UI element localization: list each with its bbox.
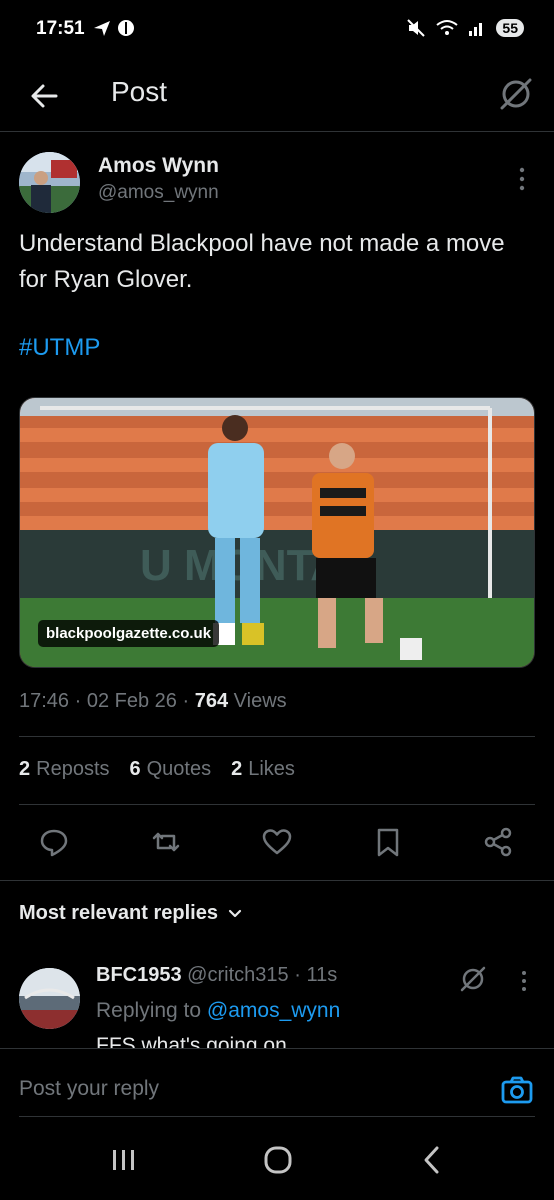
post-author: Amos Wynn @amos_wynn: [0, 140, 554, 220]
reply-item[interactable]: BFC1953 @critch315 · 11s Replying to @am…: [0, 950, 554, 1050]
views-count: 764: [194, 690, 229, 712]
meta-separator: ·: [182, 690, 190, 712]
reply-composer: Post your reply: [0, 1048, 554, 1118]
reply-header: BFC1953 @critch315 · 11s: [96, 964, 337, 987]
post-stats: 2 Reposts 6 Quotes 2 Likes: [19, 758, 295, 781]
reply-author-handle[interactable]: @critch315: [187, 964, 288, 986]
media-source-badge: blackpoolgazette.co.uk: [38, 620, 220, 647]
replies-sort-dropdown[interactable]: Most relevant replies: [19, 902, 244, 925]
system-navigation-bar: [0, 1120, 554, 1200]
author-name[interactable]: Amos Wynn: [98, 154, 219, 178]
reply-author-name[interactable]: BFC1953: [96, 964, 182, 986]
more-options-icon[interactable]: [512, 164, 532, 194]
post-date: 02 Feb 26: [86, 690, 177, 712]
bookmark-icon[interactable]: [372, 826, 404, 858]
reply-separator: ·: [294, 964, 301, 986]
back-arrow-icon[interactable]: [26, 78, 62, 114]
grok-icon[interactable]: [496, 74, 536, 114]
battery-indicator: 55: [496, 19, 524, 37]
mute-icon: [407, 19, 426, 37]
more-options-icon[interactable]: [516, 968, 532, 994]
composer-underline: [19, 1116, 535, 1117]
top-bar: Post: [0, 60, 554, 132]
like-heart-icon[interactable]: [261, 826, 293, 858]
post-actions: [0, 820, 554, 864]
chevron-down-icon: [228, 909, 242, 917]
replying-prefix: Replying to: [96, 999, 202, 1022]
quotes-stat[interactable]: 6 Quotes: [130, 758, 212, 781]
navigation-arrow-icon: [94, 21, 110, 36]
status-right-icons: 55: [406, 18, 524, 38]
reply-avatar[interactable]: [19, 968, 80, 1029]
post-meta: 17:46 · 02 Feb 26 · 764 Views: [19, 690, 287, 713]
repost-icon[interactable]: [150, 826, 182, 858]
grok-icon[interactable]: [458, 964, 488, 994]
wifi-icon: [436, 20, 459, 35]
share-icon[interactable]: [482, 826, 514, 858]
author-avatar[interactable]: [19, 152, 80, 213]
camera-icon[interactable]: [500, 1073, 534, 1107]
likes-label: Likes: [248, 758, 295, 780]
likes-stat[interactable]: 2 Likes: [231, 758, 295, 781]
reposts-label: Reposts: [36, 758, 110, 780]
reposts-stat[interactable]: 2 Reposts: [19, 758, 110, 781]
page-title: Post: [111, 76, 168, 107]
views-label: Views: [233, 690, 287, 712]
back-nav-icon[interactable]: [412, 1142, 452, 1178]
post-text: Understand Blackpool have not made a mov…: [19, 230, 505, 293]
reposts-count: 2: [19, 758, 31, 780]
quotes-label: Quotes: [146, 758, 212, 780]
replying-to: Replying to @amos_wynn: [96, 999, 340, 1023]
status-bar: 17:51 55: [0, 0, 554, 60]
reply-input[interactable]: Post your reply: [19, 1077, 159, 1101]
status-time: 17:51: [36, 18, 85, 39]
post-media-image[interactable]: U MONTA blackpoolgazette.co.uk: [19, 397, 535, 668]
reply-icon[interactable]: [38, 826, 70, 858]
hashtag-link[interactable]: #UTMP: [19, 334, 100, 362]
home-icon[interactable]: [258, 1142, 298, 1178]
status-notification-icons: [92, 18, 136, 38]
replying-mention-link[interactable]: @amos_wynn: [207, 999, 340, 1022]
likes-count: 2: [231, 758, 243, 780]
signal-icon: [469, 23, 483, 36]
recent-apps-icon[interactable]: [104, 1142, 144, 1178]
quotes-count: 6: [129, 758, 141, 780]
post-time: 17:46: [19, 690, 70, 712]
reply-time: 11s: [306, 964, 338, 986]
divider: [19, 736, 535, 737]
meta-separator: ·: [74, 690, 82, 712]
divider: [19, 804, 535, 805]
author-handle[interactable]: @amos_wynn: [98, 182, 219, 204]
replies-sort-label: Most relevant replies: [19, 902, 218, 924]
section-divider: [0, 880, 554, 881]
notification-app-icon: [118, 20, 134, 36]
